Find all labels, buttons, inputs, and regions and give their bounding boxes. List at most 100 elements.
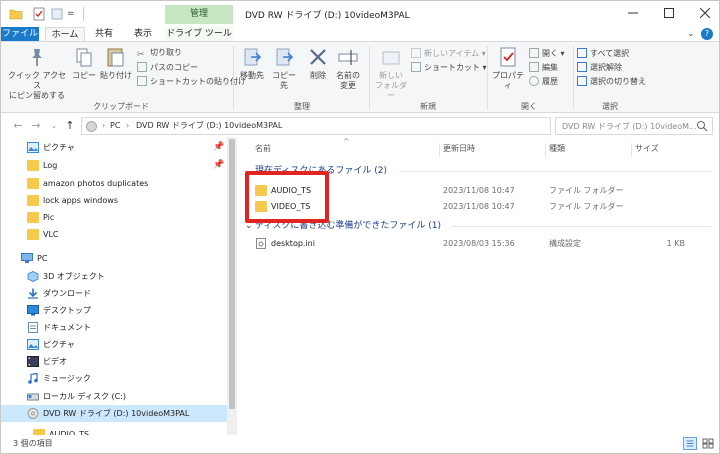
tab-share[interactable]: 共有 bbox=[89, 27, 119, 41]
new-folder-button[interactable]: 新しい フォルダー bbox=[373, 46, 409, 101]
details-view-icon[interactable] bbox=[683, 437, 697, 450]
scrollbar-thumb[interactable] bbox=[229, 139, 235, 409]
close-button[interactable] bbox=[687, 1, 720, 27]
column-header-modified[interactable]: 更新日時 bbox=[443, 141, 475, 157]
copy-path-button[interactable]: パスのコピー bbox=[137, 62, 198, 73]
nav-item-audio-ts[interactable]: AUDIO_TS bbox=[1, 426, 227, 435]
file-type: ファイル フォルダー bbox=[549, 186, 624, 195]
table-row[interactable]: desktop.ini 2023/08/03 15:36 構成設定 1 KB bbox=[239, 235, 719, 252]
nav-item-pc[interactable]: PC bbox=[1, 250, 227, 267]
breadcrumb-chevron-icon[interactable]: › bbox=[126, 120, 129, 132]
breadcrumb-pc[interactable]: PC bbox=[110, 120, 120, 132]
sort-ascending-icon: ^ bbox=[343, 137, 350, 146]
column-separator[interactable] bbox=[439, 143, 440, 157]
nav-item-vlc[interactable]: VLC bbox=[1, 226, 227, 243]
copy-path-icon bbox=[137, 62, 147, 72]
invert-selection-icon bbox=[577, 76, 587, 86]
navigation-pane: ピクチャ 📌 Log 📌 amazon photos duplicates lo… bbox=[1, 137, 237, 435]
nav-item-downloads[interactable]: ダウンロード bbox=[1, 285, 227, 302]
paste-shortcut-icon bbox=[137, 76, 147, 86]
minimize-button[interactable] bbox=[615, 1, 651, 27]
folder-icon bbox=[27, 229, 39, 240]
pin-quick-access-button[interactable]: クイック アクセス にピン留めする bbox=[5, 46, 69, 101]
title-separator bbox=[83, 7, 84, 21]
copy-path-label: パスのコピー bbox=[150, 63, 198, 72]
ribbon-collapse-icon[interactable]: ⌄ bbox=[687, 27, 699, 41]
scissors-icon: ✂ bbox=[137, 50, 145, 60]
recent-locations-button[interactable]: ⌄ bbox=[47, 118, 61, 134]
help-icon[interactable]: ? bbox=[701, 28, 713, 40]
music-icon bbox=[28, 373, 38, 384]
move-to-button[interactable]: 移動先 bbox=[237, 46, 267, 81]
up-button[interactable]: ↑ bbox=[63, 118, 77, 134]
new-item-button[interactable]: 新しいアイテム ▾ bbox=[411, 48, 486, 59]
nav-item-desktop[interactable]: デスクトップ bbox=[1, 302, 227, 319]
item-count: 3 個の項目 bbox=[13, 439, 53, 448]
breadcrumb-dvd-drive[interactable]: DVD RW ドライブ (D:) 10videoM3PAL bbox=[136, 120, 282, 132]
open-button[interactable]: 開く ▾ bbox=[529, 48, 565, 59]
close-icon bbox=[699, 7, 711, 19]
column-header-name[interactable]: 名前 bbox=[255, 141, 271, 157]
cut-label: 切り取り bbox=[150, 48, 182, 57]
delete-button[interactable]: 削除 bbox=[305, 46, 331, 81]
paste-shortcut-button[interactable]: ショートカットの貼り付け bbox=[137, 76, 246, 87]
forward-button[interactable]: → bbox=[29, 118, 43, 134]
dvd-drive-icon bbox=[86, 121, 97, 132]
properties-icon[interactable] bbox=[33, 7, 45, 21]
group-separator bbox=[573, 46, 574, 110]
pin-icon bbox=[32, 49, 42, 66]
column-header-size[interactable]: サイズ bbox=[635, 141, 659, 157]
nav-item-label: PC bbox=[37, 254, 48, 263]
folder-icon[interactable] bbox=[9, 7, 23, 21]
copy-to-button[interactable]: コピー先 bbox=[269, 46, 299, 91]
nav-item-local-disk-c[interactable]: ローカル ディスク (C:) bbox=[1, 388, 227, 405]
rename-button[interactable]: 名前の 変更 bbox=[333, 46, 363, 91]
group-separator bbox=[233, 46, 234, 110]
paste-button[interactable]: 貼り付け bbox=[99, 46, 133, 81]
select-group-label: 選択 bbox=[602, 102, 618, 111]
search-placeholder: DVD RW ドライブ (D:) 10videoM... bbox=[562, 122, 697, 131]
nav-item-pictures-pinned[interactable]: ピクチャ 📌 bbox=[1, 139, 227, 156]
address-row: ← → ⌄ ↑ › PC › DVD RW ドライブ (D:) 10videoM… bbox=[1, 115, 719, 137]
breadcrumb-chevron-icon[interactable]: › bbox=[102, 120, 105, 132]
nav-item-amazon-photos-duplicates[interactable]: amazon photos duplicates bbox=[1, 175, 227, 192]
nav-item-documents[interactable]: ドキュメント bbox=[1, 319, 227, 336]
search-box[interactable]: DVD RW ドライブ (D:) 10videoM... bbox=[555, 117, 713, 135]
column-separator[interactable] bbox=[545, 143, 546, 157]
properties-button[interactable]: プロパティ bbox=[489, 46, 527, 91]
nav-item-videos[interactable]: ビデオ bbox=[1, 353, 227, 370]
invert-selection-button[interactable]: 選択の切り替え bbox=[577, 76, 646, 87]
maximize-button[interactable] bbox=[651, 1, 687, 27]
tab-view[interactable]: 表示 bbox=[125, 27, 161, 41]
new-folder-icon[interactable] bbox=[51, 7, 63, 21]
pin-icon[interactable]: 📌 bbox=[213, 157, 224, 174]
nav-item-log[interactable]: Log 📌 bbox=[1, 157, 227, 174]
quick-access-dropdown-icon[interactable]: = bbox=[67, 7, 77, 21]
select-all-button[interactable]: すべて選択 bbox=[577, 48, 629, 59]
tab-home[interactable]: ホーム bbox=[45, 27, 85, 41]
nav-item-pic[interactable]: Pic bbox=[1, 209, 227, 226]
pictures-icon bbox=[27, 142, 39, 153]
address-bar[interactable]: › PC › DVD RW ドライブ (D:) 10videoM3PAL ⌄ ↻ bbox=[81, 117, 632, 135]
nav-pane-scrollbar[interactable] bbox=[227, 137, 237, 435]
history-button[interactable]: 履歴 bbox=[529, 76, 558, 87]
nav-item-3d-objects[interactable]: 3D オブジェクト bbox=[1, 268, 227, 285]
column-separator[interactable] bbox=[631, 143, 632, 157]
nav-item-pictures[interactable]: ピクチャ bbox=[1, 336, 227, 353]
shortcut-button[interactable]: ショートカット ▾ bbox=[411, 62, 487, 73]
cut-button[interactable]: ✂ 切り取り bbox=[137, 48, 182, 60]
new-item-label: 新しいアイテム bbox=[424, 49, 480, 58]
tab-file[interactable]: ファイル bbox=[1, 27, 39, 41]
nav-item-dvd-drive[interactable]: DVD RW ドライブ (D:) 10videoM3PAL bbox=[1, 405, 227, 422]
select-none-button[interactable]: 選択解除 bbox=[577, 62, 622, 73]
up-arrow-icon: ↑ bbox=[65, 119, 75, 132]
pin-icon[interactable]: 📌 bbox=[213, 139, 224, 156]
column-header-type[interactable]: 種類 bbox=[549, 141, 565, 157]
nav-item-music[interactable]: ミュージック bbox=[1, 370, 227, 387]
nav-item-lock-apps-windows[interactable]: lock apps windows bbox=[1, 192, 227, 209]
edit-button[interactable]: 編集 bbox=[529, 62, 558, 73]
tab-drive-tools[interactable]: ドライブ ツール bbox=[165, 27, 233, 41]
back-button[interactable]: ← bbox=[11, 118, 25, 134]
large-icons-view-icon[interactable] bbox=[701, 437, 715, 450]
copy-button[interactable]: コピー bbox=[71, 46, 97, 81]
